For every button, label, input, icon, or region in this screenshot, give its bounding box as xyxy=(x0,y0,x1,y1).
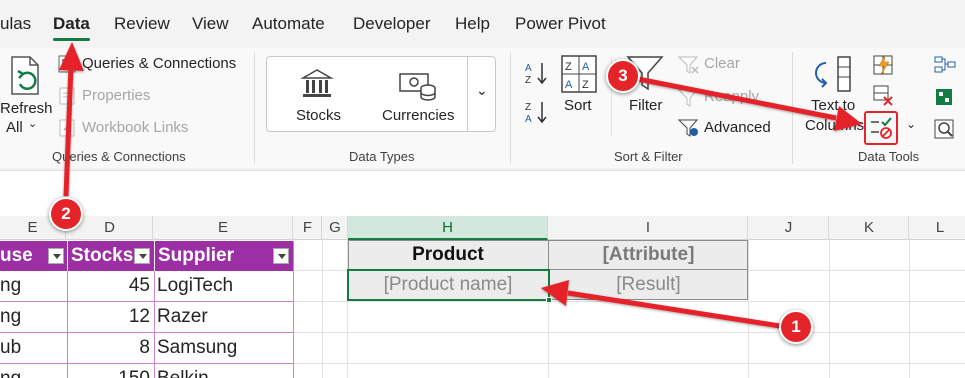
annotation-badge-3: 3 xyxy=(606,59,640,93)
arrow-to-data-validation xyxy=(637,76,862,131)
annotation-badge-2: 2 xyxy=(49,197,83,231)
annotation-arrows xyxy=(59,42,862,329)
annotation-badge-1: 1 xyxy=(779,310,813,344)
arrow-to-data-tab xyxy=(59,42,84,197)
arrow-to-product-cell xyxy=(541,280,781,329)
